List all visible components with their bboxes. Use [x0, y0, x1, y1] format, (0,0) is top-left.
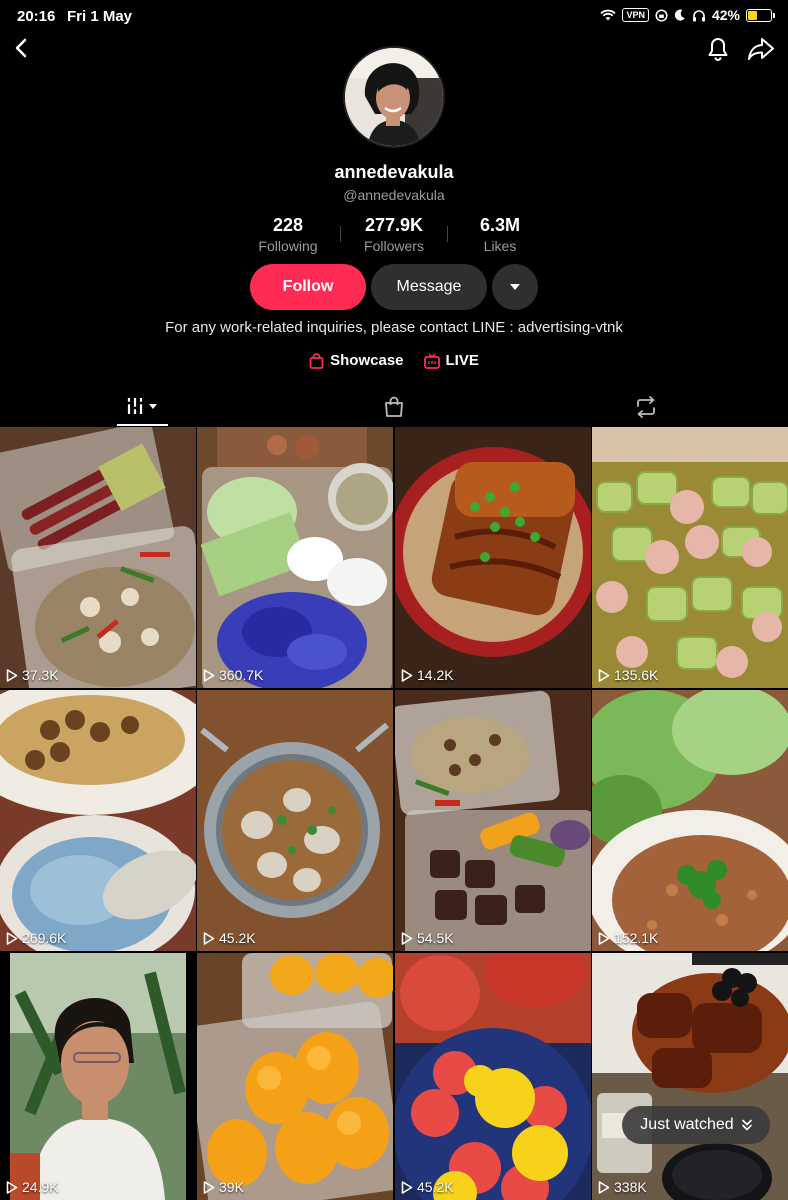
view-count-text: 338K	[614, 1179, 647, 1195]
repost-icon	[637, 396, 655, 418]
follow-button[interactable]: Follow	[250, 264, 366, 310]
view-count: 37.3K	[6, 667, 59, 683]
video-thumbnail[interactable]: 54.5K	[395, 690, 591, 951]
play-icon	[203, 1180, 215, 1194]
tab-reposts[interactable]	[620, 388, 672, 426]
profile-tabs	[0, 388, 788, 426]
view-count: 54.5K	[401, 930, 454, 946]
profile-bio: For any work-related inquiries, please c…	[165, 319, 623, 336]
play-icon	[203, 668, 215, 682]
profile-handle: @annedevakula	[343, 187, 445, 203]
view-count-text: 54.5K	[417, 930, 454, 946]
live-tv-icon	[423, 352, 440, 369]
play-icon	[401, 931, 413, 945]
play-icon	[401, 1180, 413, 1194]
status-date: Fri 1 May	[67, 8, 133, 25]
view-count: 45.2K	[203, 930, 256, 946]
play-icon	[598, 668, 610, 682]
video-thumbnail[interactable]: 360.7K	[197, 427, 393, 688]
view-count: 45.2K	[401, 1179, 454, 1195]
shopping-bag-icon	[309, 352, 324, 369]
view-count-text: 269.6K	[22, 930, 67, 946]
stat-following[interactable]: 228 Following	[233, 215, 343, 254]
view-count-text: 152.1K	[614, 930, 659, 946]
video-thumbnail[interactable]: 14.2K	[395, 427, 591, 688]
status-time: 20:16	[17, 8, 56, 25]
view-count: 360.7K	[203, 667, 263, 683]
just-watched-button[interactable]: Just watched	[622, 1106, 770, 1144]
back-icon[interactable]	[10, 36, 34, 60]
wifi-icon	[600, 9, 617, 21]
stat-followers-label: Followers	[364, 238, 424, 254]
avatar[interactable]	[343, 46, 445, 148]
message-button[interactable]: Message	[371, 264, 487, 310]
video-thumbnail[interactable]: 135.6K	[592, 427, 788, 688]
stat-following-label: Following	[258, 238, 318, 254]
showcase-link[interactable]: Showcase	[309, 352, 404, 369]
view-count-text: 39K	[219, 1179, 244, 1195]
view-count-text: 360.7K	[219, 667, 264, 683]
stat-following-value: 228	[272, 215, 304, 235]
play-icon	[203, 931, 215, 945]
video-thumbnail[interactable]: 45.2K	[197, 690, 393, 951]
live-link[interactable]: LIVE	[423, 352, 479, 369]
view-count: 269.6K	[6, 930, 66, 946]
tab-shop[interactable]	[368, 388, 420, 426]
play-icon	[598, 931, 610, 945]
video-thumbnail[interactable]: 45.2K	[395, 953, 591, 1200]
play-icon	[6, 668, 18, 682]
video-thumbnail[interactable]: 24.9K	[0, 953, 196, 1200]
share-icon[interactable]	[747, 36, 775, 62]
profile-links: Showcase LIVE	[0, 352, 788, 369]
video-thumbnail[interactable]: 39K	[197, 953, 393, 1200]
stat-followers[interactable]: 277.9K Followers	[339, 215, 449, 254]
view-count-text: 24.9K	[22, 1179, 59, 1195]
video-thumbnail[interactable]: 37.3K	[0, 427, 196, 688]
view-count-text: 135.6K	[614, 667, 659, 683]
video-thumbnail[interactable]: 269.6K	[0, 690, 196, 951]
moon-icon	[674, 9, 685, 21]
view-count: 14.2K	[401, 667, 454, 683]
status-bar: 20:16 Fri 1 May VPN 42%	[0, 0, 788, 34]
stat-likes-label: Likes	[483, 238, 517, 254]
stat-likes-value: 6.3M	[479, 215, 521, 235]
play-icon	[6, 1180, 18, 1194]
vpn-badge: VPN	[622, 8, 649, 22]
stat-likes[interactable]: 6.3M Likes	[445, 215, 555, 254]
just-watched-label: Just watched	[640, 1116, 734, 1133]
bell-icon[interactable]	[706, 36, 730, 62]
tab-videos[interactable]	[117, 388, 168, 426]
more-options-button[interactable]	[492, 264, 538, 310]
video-thumbnail[interactable]: 338K	[592, 953, 788, 1200]
status-icons: VPN 42%	[600, 7, 775, 23]
view-count-text: 45.2K	[417, 1179, 454, 1195]
play-icon	[6, 931, 18, 945]
double-chevron-down-icon	[741, 1119, 752, 1131]
view-count-text: 45.2K	[219, 930, 256, 946]
shopping-bag-icon	[385, 396, 403, 417]
view-count: 135.6K	[598, 667, 658, 683]
battery-icon	[746, 8, 775, 22]
stat-followers-value: 277.9K	[364, 215, 424, 235]
caret-down-icon	[510, 284, 520, 290]
view-count: 24.9K	[6, 1179, 59, 1195]
view-count-text: 37.3K	[22, 667, 59, 683]
live-label: LIVE	[445, 352, 479, 369]
view-count-text: 14.2K	[417, 667, 454, 683]
play-icon	[401, 668, 413, 682]
battery-percent: 42%	[711, 7, 740, 23]
view-count: 39K	[203, 1179, 244, 1195]
play-icon	[598, 1180, 610, 1194]
headphones-icon	[692, 9, 705, 21]
grid-sort-icon	[126, 398, 157, 414]
view-count: 152.1K	[598, 930, 658, 946]
showcase-label: Showcase	[330, 352, 404, 369]
video-thumbnail[interactable]: 152.1K	[592, 690, 788, 951]
profile-display-name: annedevakula	[334, 162, 454, 182]
lock-rotation-icon	[655, 8, 668, 22]
view-count: 338K	[598, 1179, 647, 1195]
